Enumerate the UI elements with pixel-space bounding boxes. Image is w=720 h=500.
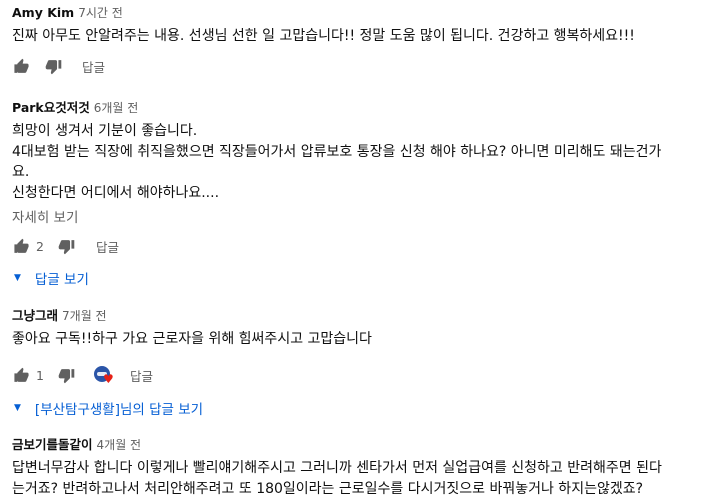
thumb-down-icon[interactable] [44,58,62,76]
like-count: 1 [36,368,44,383]
timestamp[interactable]: 7시간 전 [78,6,123,20]
comment-header: 그냥그래 7개월 전 [12,305,720,324]
author-name[interactable]: 그냥그래 [12,308,58,323]
comment-text: 희망이 생겨서 기분이 좋습니다. 4대보험 받는 직장에 취직을했으면 직장들… [12,123,662,201]
comment-actions: 1 ♥ 답글 [12,364,720,388]
comment-header: 금보기를돌같이 4개월 전 [12,434,720,453]
read-more-link[interactable]: 자세히 보기 [12,206,720,226]
view-replies-label: 답글 보기 [34,272,89,288]
view-replies-button[interactable]: ▼ [부산탐구생활]님의 답글 보기 [12,398,720,418]
comment-text: 진짜 아무도 안알려주는 내용. 선생님 선한 일 고맙습니다!! 정말 도움 … [12,28,635,44]
comment-actions: 2 답글 [12,234,720,258]
comment-actions: 답글 [12,55,720,79]
caret-down-icon: ▼ [14,273,21,283]
author-name[interactable]: Park요것저것 [12,100,90,115]
timestamp[interactable]: 4개월 전 [97,438,142,452]
thumb-down-icon[interactable] [58,237,76,255]
comment-1: Amy Kim 7시간 전 진짜 아무도 안알려주는 내용. 선생님 선한 일 고… [12,4,720,79]
comment-text: 좋아요 구독!!하구 가요 근로자을 위해 힘써주시고 고맙습니다 [12,331,372,347]
timestamp[interactable]: 7개월 전 [62,309,107,323]
thumb-down-icon[interactable] [58,367,76,385]
comment-2: Park요것저것 6개월 전 희망이 생겨서 기분이 좋습니다. 4대보험 받는 … [12,97,720,288]
reply-button[interactable]: 답글 [82,57,105,76]
comment-3: 그냥그래 7개월 전 좋아요 구독!!하구 가요 근로자을 위해 힘써주시고 고맙… [12,305,720,418]
view-replies-label: [부산탐구생활]님의 답글 보기 [34,401,204,418]
thumb-up-icon[interactable] [12,58,30,76]
comment-header: Amy Kim 7시간 전 [12,4,720,21]
heart-icon: ♥ [102,371,114,386]
like-count: 2 [36,238,44,254]
author-name[interactable]: Amy Kim [12,5,74,20]
comment-4: 금보기를돌같이 4개월 전 답변너무감사 합니다 이렇게나 빨리얘기해주시고 그러… [12,434,720,499]
comment-text: 답변너무감사 합니다 이렇게나 빨리얘기해주시고 그러니까 센타가서 먼저 실업… [12,460,662,497]
comment-header: Park요것저것 6개월 전 [12,97,720,116]
author-name[interactable]: 금보기를돌같이 [12,437,93,452]
timestamp[interactable]: 6개월 전 [94,101,139,115]
thumb-up-icon[interactable] [12,237,30,255]
view-replies-button[interactable]: ▼ 답글 보기 [12,268,720,288]
thumb-up-icon[interactable] [12,367,30,385]
reply-button[interactable]: 답글 [130,366,153,385]
reply-button[interactable]: 답글 [96,237,119,256]
creator-heart-icon: ♥ [93,365,114,386]
caret-down-icon: ▼ [14,402,21,413]
